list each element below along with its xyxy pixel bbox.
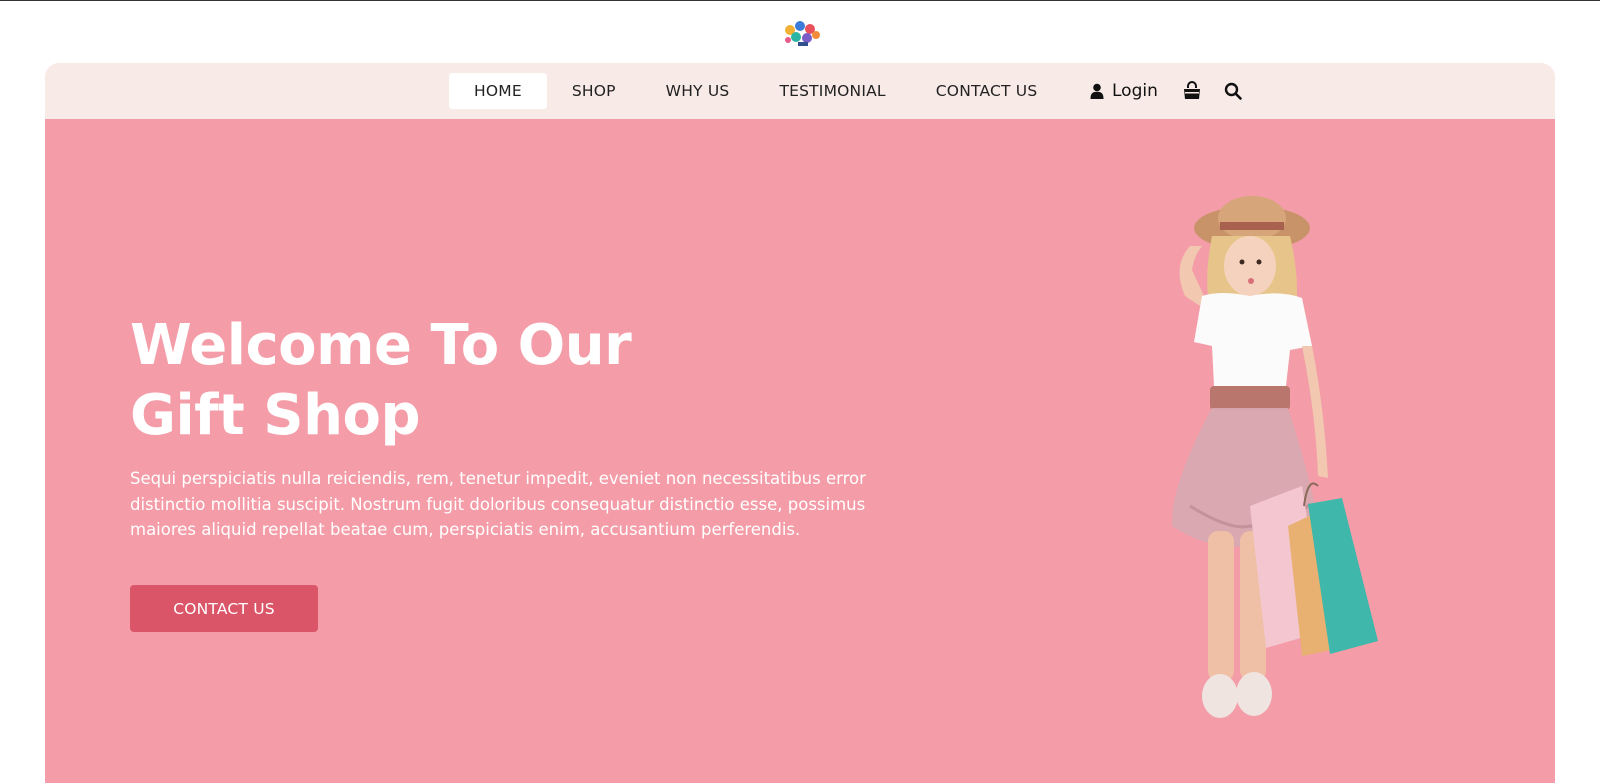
user-icon bbox=[1090, 83, 1104, 99]
colorful-gift-logo-icon bbox=[785, 21, 820, 46]
search-icon bbox=[1224, 82, 1242, 100]
search-button[interactable] bbox=[1224, 82, 1242, 100]
hero-title-line1: Welcome To Our bbox=[130, 313, 632, 378]
login-label: Login bbox=[1112, 81, 1158, 101]
nav-item-shop[interactable]: SHOP bbox=[547, 73, 641, 109]
nav-item-testimonial[interactable]: TESTIMONIAL bbox=[754, 73, 910, 109]
login-link[interactable]: Login bbox=[1090, 73, 1158, 109]
nav-item-home[interactable]: HOME bbox=[449, 73, 547, 109]
site-logo[interactable] bbox=[780, 16, 824, 50]
nav-item-why-us[interactable]: WHY US bbox=[641, 73, 755, 109]
hero-description: Sequi perspiciatis nulla reiciendis, rem… bbox=[130, 469, 866, 539]
hero-title: Welcome To Our Gift Shop bbox=[130, 311, 770, 451]
top-border bbox=[0, 0, 1600, 1]
nav-item-contact-us[interactable]: CONTACT US bbox=[911, 73, 1063, 109]
hero-image bbox=[1090, 186, 1390, 776]
contact-us-button[interactable]: CONTACT US bbox=[130, 585, 318, 632]
hero-section: Welcome To Our Gift Shop Sequi perspicia… bbox=[45, 119, 1555, 783]
main-navbar: HOME SHOP WHY US TESTIMONIAL CONTACT US … bbox=[45, 63, 1555, 119]
girl-with-shopping-bags-image bbox=[1171, 196, 1378, 718]
shopping-bag-icon bbox=[1184, 81, 1200, 99]
nav-links: HOME SHOP WHY US TESTIMONIAL CONTACT US bbox=[449, 73, 1062, 109]
cart-button[interactable] bbox=[1182, 81, 1202, 101]
hero-title-line2: Gift Shop bbox=[130, 383, 421, 448]
